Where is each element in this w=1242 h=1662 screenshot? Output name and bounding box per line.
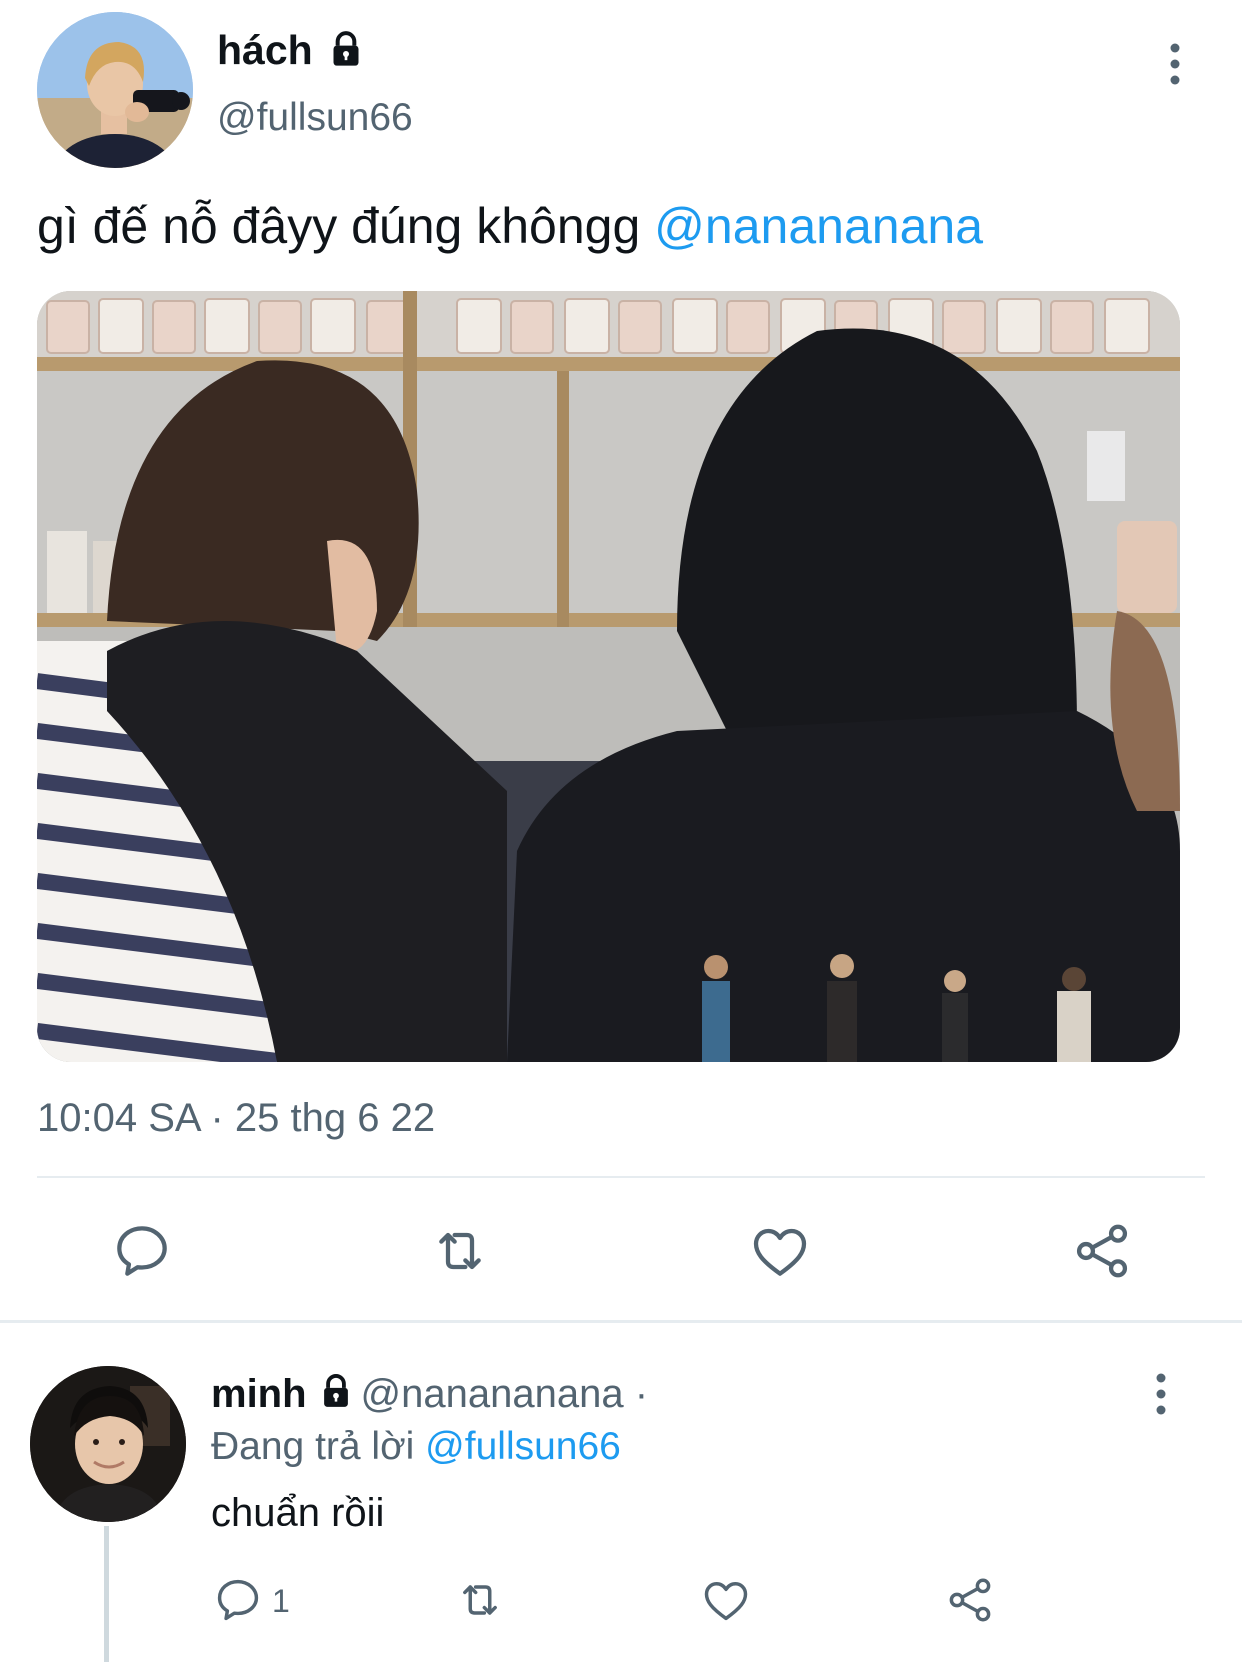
avatar-photo [37, 12, 193, 168]
tweet-body: gì đế nỗ đâyy đúng khôngg [37, 198, 655, 254]
reply-icon [217, 1579, 259, 1621]
author-display-name[interactable]: hách [217, 22, 313, 78]
reply-author-avatar[interactable] [30, 1366, 186, 1522]
reply-header: minh @nanananana · [211, 1366, 648, 1422]
lock-icon [333, 31, 359, 66]
section-divider [0, 1320, 1242, 1323]
tweet-media-photo[interactable] [37, 291, 1180, 1062]
more-options-icon[interactable] [1160, 40, 1190, 88]
reply-count: 1 [272, 1583, 290, 1619]
reply-like-button[interactable] [700, 1574, 752, 1626]
share-button[interactable] [1070, 1219, 1134, 1283]
tweet-text: gì đế nỗ đâyy đúng khôngg @nanananana [37, 193, 983, 259]
retweet-button[interactable] [428, 1219, 492, 1283]
reply-author-handle[interactable]: @nanananana [361, 1372, 624, 1416]
author-handle[interactable]: @fullsun66 [217, 90, 413, 146]
lock-icon [323, 1374, 348, 1407]
retweet-icon [463, 1585, 497, 1615]
reply-text: chuẩn rồii [211, 1491, 385, 1535]
tweet-timestamp[interactable]: 10:04 SA · 25 thg 6 22 [37, 1090, 435, 1146]
like-icon [753, 1228, 807, 1276]
reply-button[interactable] [110, 1219, 174, 1283]
media-photo [37, 291, 1180, 1062]
replying-to: Đang trả lời @fullsun66 [211, 1419, 621, 1475]
like-icon [704, 1582, 748, 1621]
more-options-icon[interactable] [1146, 1370, 1176, 1418]
thread-connector-line [104, 1526, 109, 1662]
reply-reply-button[interactable] [212, 1574, 264, 1626]
share-icon [949, 1578, 991, 1622]
author-avatar[interactable] [37, 12, 193, 168]
header-separator: · [623, 1372, 649, 1416]
like-button[interactable] [748, 1219, 812, 1283]
avatar-photo [30, 1366, 186, 1522]
retweet-icon [439, 1232, 481, 1270]
reply-share-button[interactable] [944, 1574, 996, 1626]
reply-retweet-button[interactable] [454, 1574, 506, 1626]
share-icon [1076, 1224, 1128, 1278]
reply-icon [117, 1226, 167, 1276]
replying-to-label: Đang trả lời [211, 1425, 426, 1468]
divider [37, 1176, 1205, 1178]
reply-author-display-name[interactable]: minh [211, 1372, 307, 1416]
replying-to-mention-link[interactable]: @fullsun66 [425, 1425, 621, 1468]
mention-link[interactable]: @nanananana [654, 198, 983, 254]
